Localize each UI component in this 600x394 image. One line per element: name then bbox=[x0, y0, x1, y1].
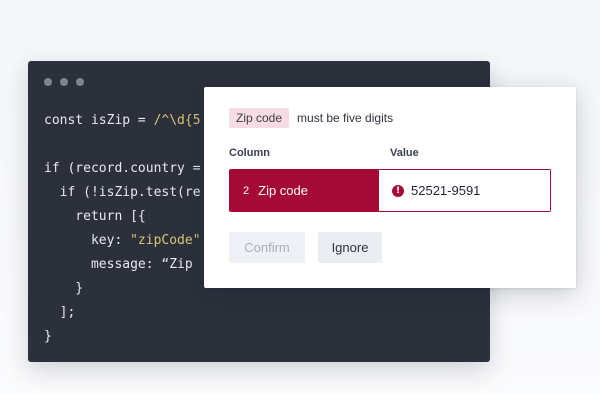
value-header: Value bbox=[390, 147, 419, 159]
code-line: } bbox=[44, 325, 201, 349]
window-controls bbox=[44, 78, 84, 86]
field-tag: Zip code bbox=[229, 108, 290, 128]
code-line: ]; bbox=[44, 301, 201, 325]
code-token: if (!isZip.test(re bbox=[44, 185, 201, 200]
code-line: return [{ bbox=[44, 205, 201, 229]
popup-header: Zip code must be five digits bbox=[229, 108, 393, 128]
column-cell: 2 Zip code bbox=[230, 170, 379, 211]
code-line: if (record.country = bbox=[44, 157, 201, 181]
code-token: "zipCode" bbox=[130, 233, 201, 248]
code-line: message: “Zip bbox=[44, 253, 201, 277]
column-name: Zip code bbox=[258, 183, 308, 198]
code-token: if (record.country = bbox=[44, 161, 201, 176]
code-line: } bbox=[44, 277, 201, 301]
code-token: } bbox=[44, 281, 84, 296]
code-block: const isZip = /^\d{5 if (record.country =… bbox=[44, 109, 201, 349]
error-row[interactable]: 2 Zip code ! 52521-9591 bbox=[229, 169, 551, 212]
code-token: key: bbox=[44, 233, 131, 248]
code-token: message: “Zip bbox=[44, 257, 193, 272]
column-header: Column bbox=[229, 147, 270, 159]
code-line: if (!isZip.test(re bbox=[44, 181, 201, 205]
code-token: /^\d{5 bbox=[153, 113, 201, 128]
code-token: return [{ bbox=[44, 209, 146, 224]
confirm-button[interactable]: Confirm bbox=[229, 232, 305, 263]
ignore-button[interactable]: Ignore bbox=[318, 232, 382, 263]
window-dot-icon bbox=[76, 78, 84, 86]
code-line: const isZip = /^\d{5 bbox=[44, 109, 201, 133]
code-token: const isZip = bbox=[44, 113, 154, 128]
cell-value: 52521-9591 bbox=[411, 183, 481, 198]
validation-message: must be five digits bbox=[297, 111, 394, 125]
error-icon: ! bbox=[392, 184, 404, 197]
window-dot-icon bbox=[44, 78, 52, 86]
window-dot-icon bbox=[60, 78, 68, 86]
code-token: ]; bbox=[44, 305, 76, 320]
validation-popup: Zip code must be five digits Column Valu… bbox=[204, 87, 576, 288]
code-token: } bbox=[44, 329, 52, 344]
code-line: key: "zipCode" bbox=[44, 229, 201, 253]
value-cell[interactable]: ! 52521-9591 bbox=[379, 170, 550, 211]
row-index: 2 bbox=[243, 184, 250, 197]
